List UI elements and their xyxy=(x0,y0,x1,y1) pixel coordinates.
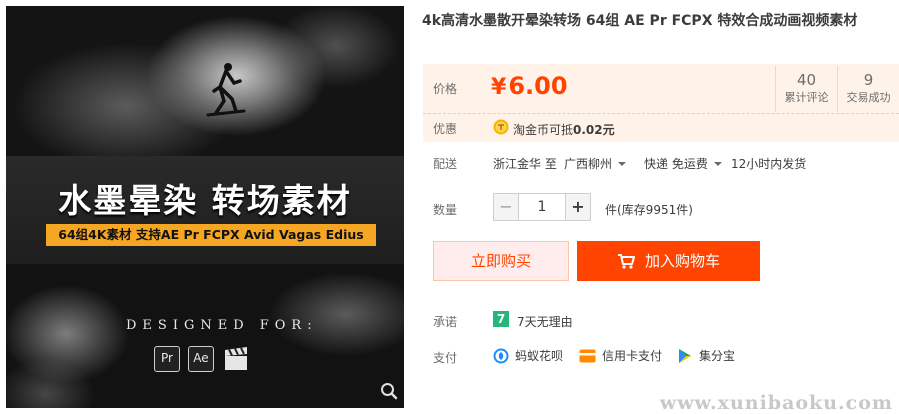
payment-jifenbao[interactable]: 集分宝 xyxy=(677,347,735,364)
site-watermark: www.xunibaoku.com xyxy=(659,392,893,414)
zoom-icon[interactable] xyxy=(380,382,398,400)
jifenbao-icon xyxy=(679,348,691,363)
buy-now-button[interactable]: 立即购买 xyxy=(433,241,569,281)
product-title: 4k高清水墨散开晕染转场 64组 AE Pr FCPX 特效合成动画视频素材 xyxy=(422,13,858,29)
seven-day-return-icon: 7 xyxy=(493,311,509,327)
credit-card-icon xyxy=(579,349,596,362)
discount-amount: 0.02元 xyxy=(573,123,615,137)
discount-label: 优惠 xyxy=(433,122,458,136)
payment-jifenbao-label: 集分宝 xyxy=(699,349,736,363)
quantity-label: 数量 xyxy=(433,203,458,217)
stat-reviews[interactable]: 40 累计评论 xyxy=(775,66,837,112)
image-title: 水墨晕染 转场素材 xyxy=(58,181,352,220)
price-value: ¥6.00 xyxy=(491,72,568,100)
stat-deals-count: 9 xyxy=(863,71,874,89)
payment-credit-card-label: 信用卡支付 xyxy=(602,349,663,363)
image-designed-for: DESIGNED FOR: xyxy=(126,318,318,333)
shipping-from: 浙江金华 至 xyxy=(493,157,557,171)
discount-prefix: 淘金币可抵 xyxy=(513,123,574,137)
quantity-row: 数量 − + 件(库存9951件) xyxy=(423,193,899,221)
promise-label: 承诺 xyxy=(433,315,458,329)
product-main-image[interactable]: 水墨晕染 转场素材 64组4K素材 支持AE Pr FCPX Avid Vaga… xyxy=(6,6,404,408)
stat-deals-label: 交易成功 xyxy=(846,91,891,104)
huabei-icon xyxy=(493,348,509,363)
payment-huabei[interactable]: 蚂蚁花呗 xyxy=(493,347,563,364)
taojinbi-coin-icon xyxy=(493,119,509,135)
after-effects-icon: Ae xyxy=(188,346,214,372)
discount-text: 淘金币可抵0.02元 xyxy=(513,121,615,138)
price-amount: 6.00 xyxy=(508,72,568,100)
image-subtitle: 64组4K素材 支持AE Pr FCPX Avid Vagas Edius xyxy=(46,224,376,246)
stat-reviews-count: 40 xyxy=(796,71,817,89)
image-ink-top xyxy=(6,6,404,156)
quantity-stepper: − + xyxy=(493,193,591,221)
stock-info: 件(库存9951件) xyxy=(605,203,693,217)
price-panel: 价格 ¥6.00 40 累计评论 9 交易成功 优惠 淘金币可抵0.02元 xyxy=(423,64,899,142)
final-cut-clapper-icon xyxy=(225,347,247,370)
premiere-icon: Pr xyxy=(154,346,180,372)
quantity-input[interactable] xyxy=(519,193,565,221)
add-to-cart-button[interactable]: 加入购物车 xyxy=(577,241,760,281)
quantity-decrease-button[interactable]: − xyxy=(493,193,519,221)
cart-icon xyxy=(617,254,635,269)
shipping-destination: 广西柳州 xyxy=(564,157,613,171)
stat-reviews-label: 累计评论 xyxy=(784,91,829,104)
chevron-down-icon xyxy=(713,162,722,166)
price-divider xyxy=(423,113,899,114)
add-to-cart-label: 加入购物车 xyxy=(644,252,720,270)
payment-huabei-label: 蚂蚁花呗 xyxy=(515,349,564,363)
shipping-eta: 12小时内发货 xyxy=(731,157,807,171)
chevron-down-icon xyxy=(618,162,627,166)
price-label: 价格 xyxy=(433,82,458,96)
shipping-method: 快递 免运费 xyxy=(644,157,708,171)
currency-symbol: ¥ xyxy=(491,75,507,100)
payment-credit-card[interactable]: 信用卡支付 xyxy=(579,347,662,364)
quantity-increase-button[interactable]: + xyxy=(565,193,591,221)
shipping-method-select[interactable]: 快递 免运费 xyxy=(644,155,722,172)
sales-stats: 40 累计评论 9 交易成功 xyxy=(775,66,899,112)
promise-text[interactable]: 7天无理由 xyxy=(517,313,573,330)
image-ink-bottom xyxy=(6,264,404,408)
payment-label: 支付 xyxy=(433,351,458,365)
image-app-icons: Pr Ae xyxy=(154,346,250,372)
surfer-silhouette-icon xyxy=(206,63,246,117)
shipping-label: 配送 xyxy=(433,157,458,171)
shipping-destination-select[interactable]: 广西柳州 xyxy=(564,155,627,172)
stat-deals: 9 交易成功 xyxy=(837,66,899,112)
